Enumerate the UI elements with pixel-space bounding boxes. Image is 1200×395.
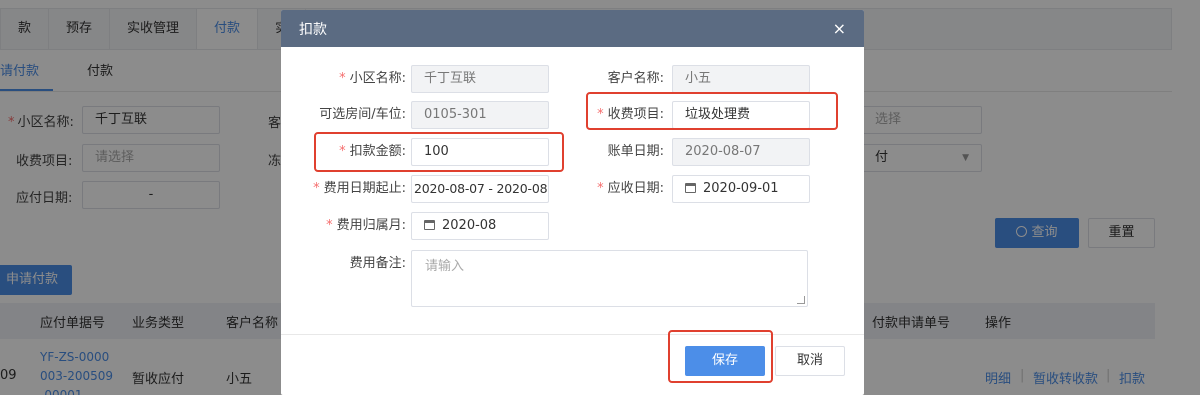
amount-label: * 扣款金额: [339,144,406,159]
amount-input[interactable]: 100 [411,138,549,166]
remark-placeholder: 请输入 [425,259,465,274]
modal-title: 扣款 [299,21,327,38]
deduct-modal: 扣款 × * 小区名称: 千丁互联 客户名称: 小五 可选房间/车位: 0105-… [281,10,864,395]
fee-range-picker[interactable]: 2020-08-07 - 2020-08-07 [411,175,549,203]
fee-item-label: * 收费项目: [597,107,664,122]
close-icon[interactable]: × [833,20,846,37]
bill-date-label: 账单日期: [607,144,664,159]
modal-footer-divider [281,334,864,335]
room-label: 可选房间/车位: [319,107,406,122]
receivable-date-value: 2020-09-01 [703,181,779,196]
belong-month-label: * 费用归属月: [326,218,406,233]
customer-input[interactable]: 小五 [672,65,810,93]
calendar-icon [685,183,696,193]
modal-header: 扣款 × [281,10,864,47]
save-button[interactable]: 保存 [685,346,765,376]
fee-range-label: * 费用日期起止: [313,181,406,196]
room-input[interactable]: 0105-301 [411,101,549,129]
receivable-date-label: * 应收日期: [597,181,664,196]
resize-handle-icon[interactable] [797,296,805,304]
remark-textarea[interactable]: 请输入 [411,250,808,307]
remark-label: 费用备注: [349,256,406,271]
belong-month-value: 2020-08 [442,218,497,233]
community-label: * 小区名称: [339,71,406,86]
belong-month-picker[interactable]: 2020-08 [411,212,549,240]
receivable-date-picker[interactable]: 2020-09-01 [672,175,810,203]
community-input[interactable]: 千丁互联 [411,65,549,93]
customer-label: 客户名称: [607,71,664,86]
cancel-button[interactable]: 取消 [775,346,845,376]
bill-date-input[interactable]: 2020-08-07 [672,138,810,166]
fee-item-select[interactable]: 垃圾处理费 [672,101,810,129]
calendar-icon [424,220,435,230]
